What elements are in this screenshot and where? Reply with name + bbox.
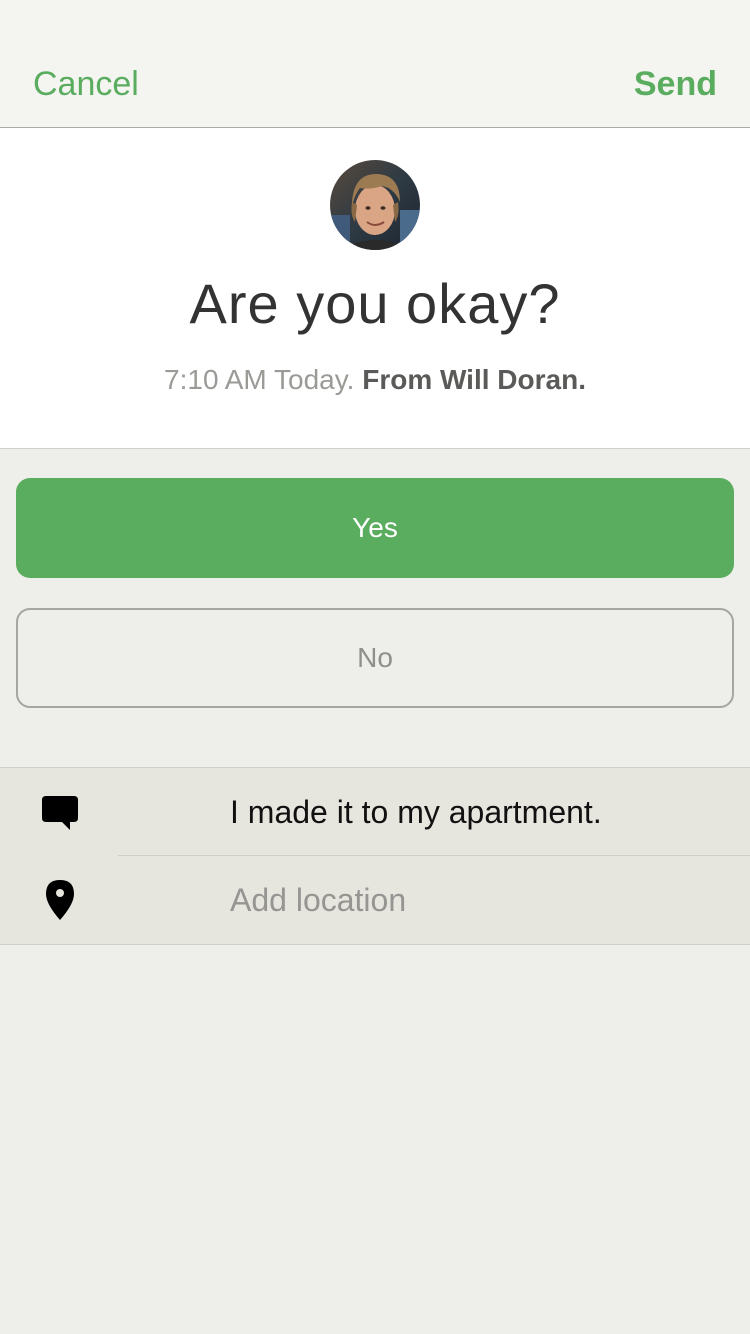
message-text[interactable]: I made it to my apartment. (230, 790, 602, 834)
cancel-button[interactable]: Cancel (33, 62, 139, 106)
navigation-bar: Cancel Send (0, 0, 750, 128)
details-section: I made it to my apartment. Add location (0, 767, 750, 945)
chat-bubble-icon (40, 792, 80, 832)
no-button[interactable]: No (16, 608, 734, 708)
message-row[interactable]: I made it to my apartment. (0, 768, 750, 856)
location-row[interactable]: Add location (0, 856, 750, 944)
person-avatar-icon (330, 160, 420, 250)
prompt-title: Are you okay? (189, 272, 561, 335)
prompt-card: Are you okay? 7:10 AM Today. From Will D… (0, 128, 750, 449)
map-pin-icon (40, 880, 80, 920)
send-button[interactable]: Send (634, 62, 717, 106)
avatar (330, 160, 420, 250)
prompt-subtitle: 7:10 AM Today. From Will Doran. (0, 362, 750, 398)
prompt-time: 7:10 AM Today. (164, 364, 355, 395)
prompt-sender: From Will Doran. (362, 364, 586, 395)
yes-button[interactable]: Yes (16, 478, 734, 578)
location-field[interactable]: Add location (230, 878, 406, 922)
